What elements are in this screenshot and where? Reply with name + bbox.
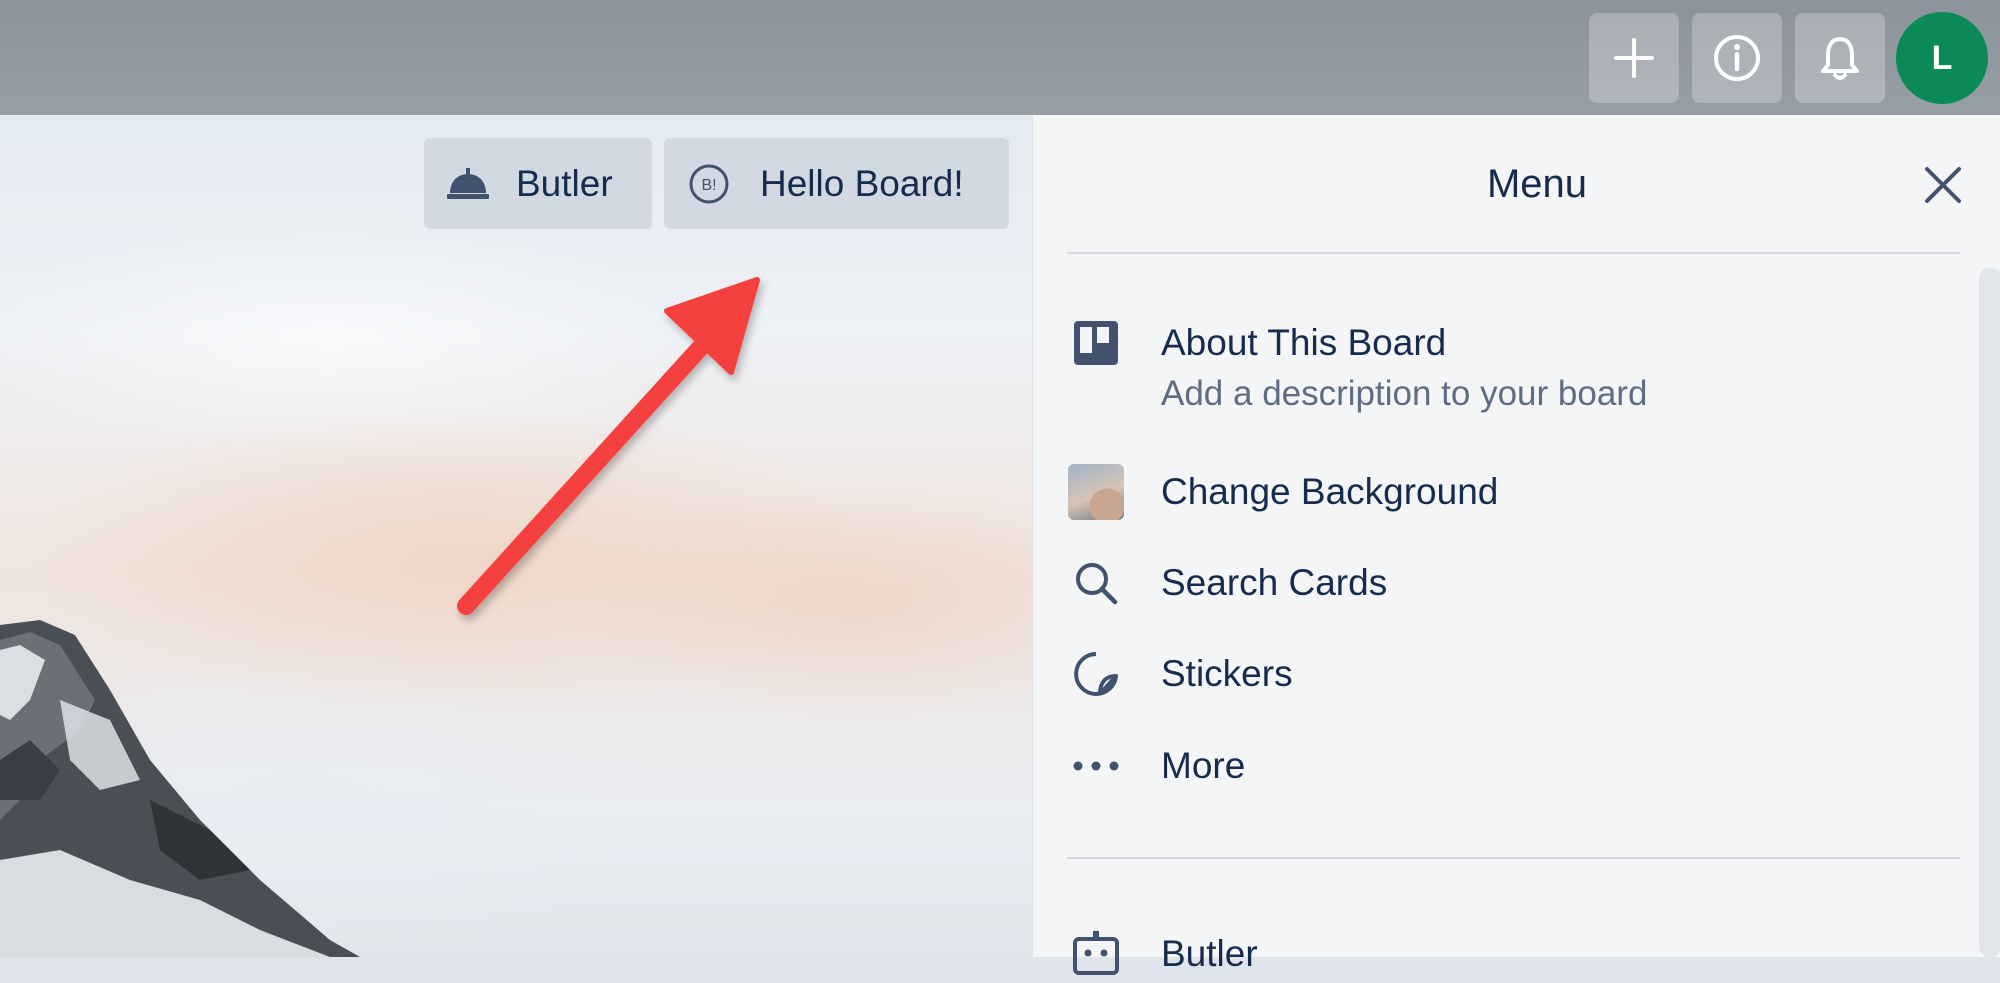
svg-text:B!: B! (701, 177, 716, 194)
close-icon[interactable] (1918, 160, 1968, 210)
robot-icon (1067, 925, 1125, 983)
avatar-initial: L (1931, 38, 1953, 77)
notifications-button[interactable] (1795, 13, 1885, 103)
menu-item-change-background[interactable]: Change Background (1067, 463, 1947, 521)
menu-divider (1067, 857, 1960, 859)
menu-item-stickers[interactable]: Stickers (1067, 645, 1947, 703)
menu-divider (1067, 252, 1960, 254)
menu-item-search-cards-label: Search Cards (1161, 562, 1388, 603)
add-button[interactable] (1589, 13, 1679, 103)
more-icon (1067, 737, 1125, 795)
menu-item-change-background-label: Change Background (1161, 471, 1499, 512)
menu-item-more-label: More (1161, 745, 1246, 786)
plus-icon (1614, 38, 1654, 78)
board-icon (1067, 314, 1125, 372)
menu-item-more[interactable]: More (1067, 737, 1947, 795)
bell-dome-icon (446, 166, 490, 202)
info-icon (1714, 35, 1760, 81)
menu-item-about-board[interactable]: About This Board Add a description to yo… (1067, 314, 1947, 414)
top-header-bar: L (0, 0, 2000, 115)
menu-item-about-board-description: Add a description to your board (1161, 374, 1648, 413)
hello-board-icon: B! (688, 163, 730, 205)
menu-item-about-board-label: About This Board (1161, 322, 1447, 363)
user-avatar[interactable]: L (1896, 12, 1988, 104)
sticker-icon (1067, 645, 1125, 703)
background-thumbnail (1067, 463, 1125, 521)
bell-icon (1821, 37, 1859, 80)
board-menu-panel: Menu About This Board Add a description … (1032, 115, 2000, 975)
menu-item-stickers-label: Stickers (1161, 653, 1293, 694)
hello-board-button-label: Hello Board! (760, 162, 964, 204)
menu-item-butler[interactable]: Butler (1067, 925, 1947, 983)
menu-item-search-cards[interactable]: Search Cards (1067, 554, 1947, 612)
menu-item-butler-label: Butler (1161, 933, 1258, 974)
butler-button-label: Butler (516, 162, 613, 204)
butler-button[interactable]: Butler (424, 138, 652, 229)
menu-scrollbar[interactable] (1979, 268, 2000, 957)
hello-board-button[interactable]: B! Hello Board! (664, 138, 1009, 229)
menu-title: Menu (1486, 161, 1588, 206)
search-icon (1067, 554, 1125, 612)
info-button[interactable] (1692, 13, 1782, 103)
